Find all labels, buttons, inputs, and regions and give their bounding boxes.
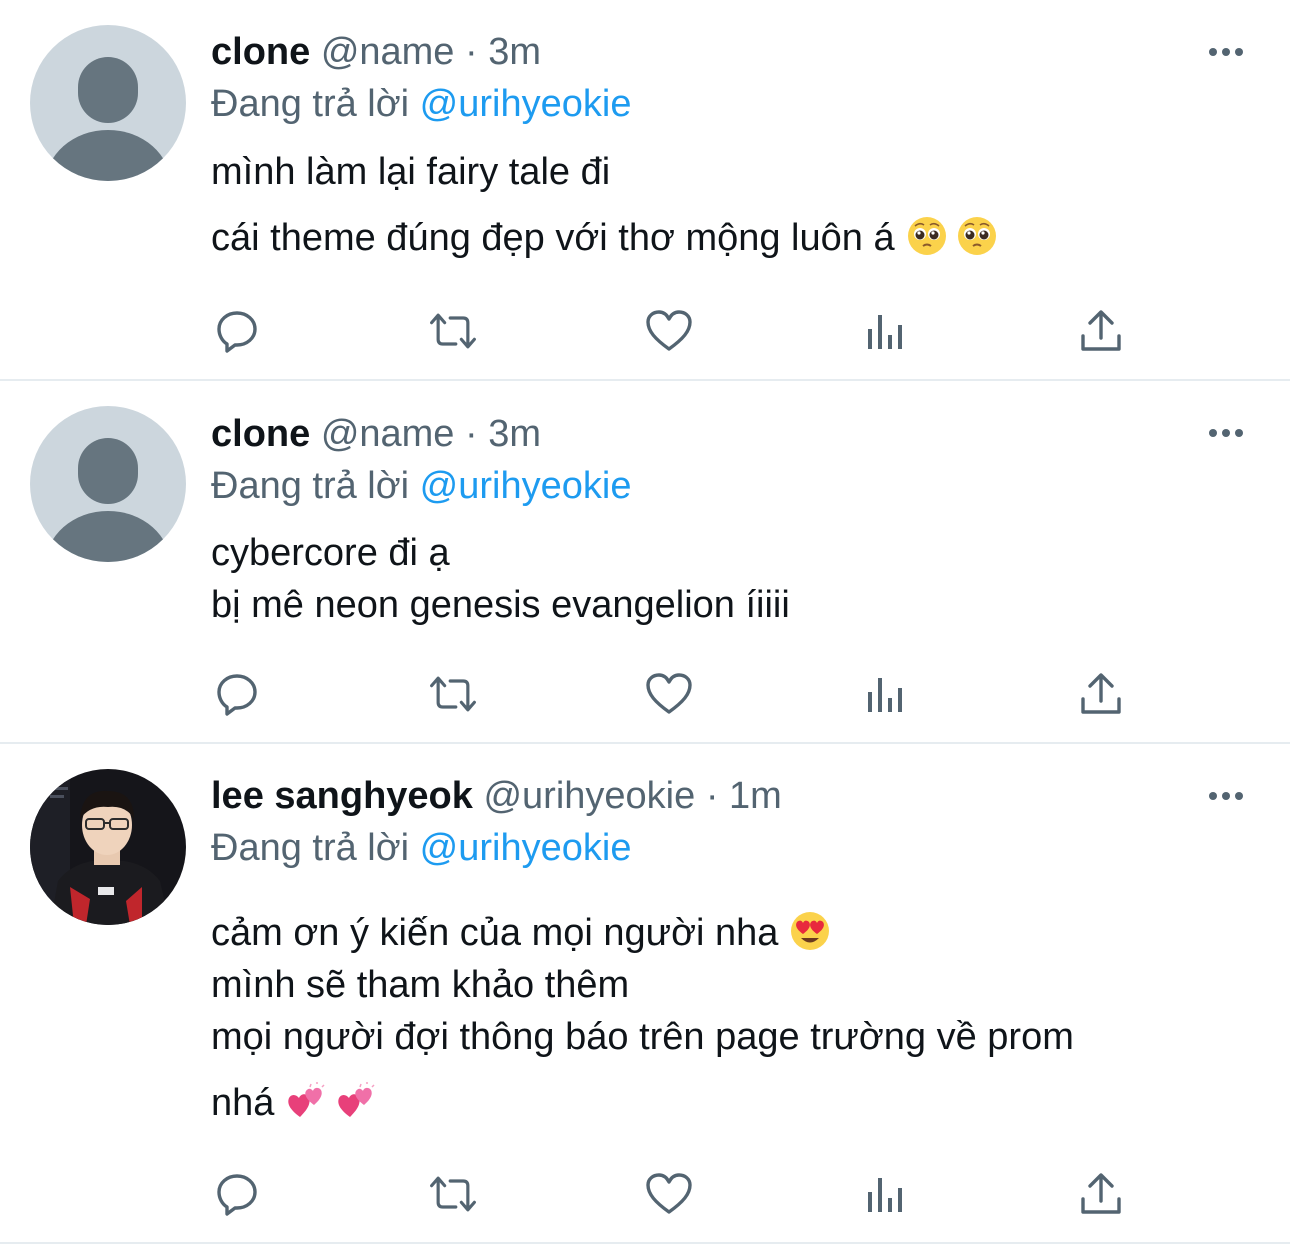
- user-handle[interactable]: @name: [321, 31, 455, 73]
- replying-to: Đang trả lời @urihyeokie: [211, 461, 631, 511]
- default-avatar-icon[interactable]: [30, 25, 186, 181]
- tweet-header: lee sanghyeok @urihyeokie · 1m: [211, 771, 1200, 821]
- profile-photo[interactable]: [30, 769, 186, 925]
- display-name[interactable]: lee sanghyeok: [211, 775, 473, 817]
- share-icon[interactable]: [1075, 305, 1127, 357]
- retweet-icon[interactable]: [427, 1168, 479, 1220]
- timestamp[interactable]: 3m: [488, 31, 541, 73]
- reply-icon[interactable]: [211, 305, 263, 357]
- views-icon[interactable]: [859, 305, 911, 357]
- tweet-divider: [0, 742, 1290, 744]
- display-name[interactable]: clone: [211, 31, 310, 73]
- tweet-header: clone @name · 3m: [211, 27, 1200, 77]
- tweet-actions-bar: [0, 300, 1290, 360]
- tweet-divider: [0, 1242, 1290, 1244]
- tweet-actions-bar: [0, 1163, 1290, 1223]
- views-icon[interactable]: [859, 1168, 911, 1220]
- mention-link[interactable]: @urihyeokie: [420, 465, 632, 507]
- tweet-divider: [0, 379, 1290, 381]
- views-icon[interactable]: [859, 668, 911, 720]
- default-avatar-icon[interactable]: [30, 406, 186, 562]
- timestamp[interactable]: 1m: [729, 775, 782, 817]
- replying-to: Đang trả lời @urihyeokie: [211, 823, 631, 873]
- two-hearts-emoji: [336, 1081, 376, 1121]
- tweet-text-line-with-emoji: cảm ơn ý kiến của mọi người nha: [211, 908, 830, 958]
- tweet-text: cảm ơn ý kiến của mọi người nha: [211, 912, 779, 954]
- tweet-text-line: cybercore đi ạ: [211, 532, 450, 574]
- reply-icon[interactable]: [211, 668, 263, 720]
- retweet-icon[interactable]: [427, 305, 479, 357]
- replying-to-label: Đang trả lời: [211, 83, 410, 125]
- retweet-icon[interactable]: [427, 668, 479, 720]
- separator-dot: ·: [705, 775, 719, 817]
- timeline-feed: clone @name · 3m Đang trả lời @urihyeoki…: [0, 0, 1290, 1245]
- mention-link[interactable]: @urihyeokie: [420, 827, 632, 869]
- replying-to: Đang trả lời @urihyeokie: [211, 79, 631, 129]
- tweet-text-line: mình làm lại fairy tale đi: [211, 151, 611, 193]
- replying-to-label: Đang trả lời: [211, 827, 410, 869]
- reply-icon[interactable]: [211, 1168, 263, 1220]
- heart-eyes-emoji: [790, 911, 830, 951]
- tweet-text-line: mình sẽ tham khảo thêm: [211, 964, 630, 1006]
- pleading-face-emoji: [907, 216, 947, 256]
- mention-link[interactable]: @urihyeokie: [420, 83, 632, 125]
- separator-dot: ·: [465, 413, 478, 455]
- tweet-text-line: mọi người đợi thông báo trên page trường…: [211, 1016, 1074, 1058]
- user-handle[interactable]: @urihyeokie: [483, 775, 695, 817]
- like-icon[interactable]: [643, 305, 695, 357]
- tweet-text-line-with-emoji: nhá: [211, 1078, 376, 1128]
- share-icon[interactable]: [1075, 1168, 1127, 1220]
- like-icon[interactable]: [643, 1168, 695, 1220]
- tweet[interactable]: clone @name · 3m Đang trả lời @urihyeoki…: [0, 0, 1290, 380]
- tweet-text: cái theme đúng đẹp với thơ mộng luôn á: [211, 217, 895, 259]
- separator-dot: ·: [465, 31, 478, 73]
- more-options-icon[interactable]: [1206, 776, 1246, 816]
- two-hearts-emoji: [286, 1081, 326, 1121]
- tweet[interactable]: lee sanghyeok @urihyeokie · 1m Đang trả …: [0, 745, 1290, 1242]
- tweet-actions-bar: [0, 663, 1290, 723]
- like-icon[interactable]: [643, 668, 695, 720]
- replying-to-label: Đang trả lời: [211, 465, 410, 507]
- share-icon[interactable]: [1075, 668, 1127, 720]
- tweet-text-line: bị mê neon genesis evangelion íiiii: [211, 584, 790, 626]
- tweet-text: nhá: [211, 1082, 275, 1124]
- display-name[interactable]: clone: [211, 413, 310, 455]
- more-options-icon[interactable]: [1206, 413, 1246, 453]
- tweet[interactable]: clone @name · 3m Đang trả lời @urihyeoki…: [0, 382, 1290, 743]
- more-options-icon[interactable]: [1206, 32, 1246, 72]
- tweet-text-line-with-emoji: cái theme đúng đẹp với thơ mộng luôn á: [211, 213, 997, 263]
- tweet-header: clone @name · 3m: [211, 409, 1200, 459]
- user-handle[interactable]: @name: [321, 413, 455, 455]
- pleading-face-emoji: [957, 216, 997, 256]
- timestamp[interactable]: 3m: [488, 413, 541, 455]
